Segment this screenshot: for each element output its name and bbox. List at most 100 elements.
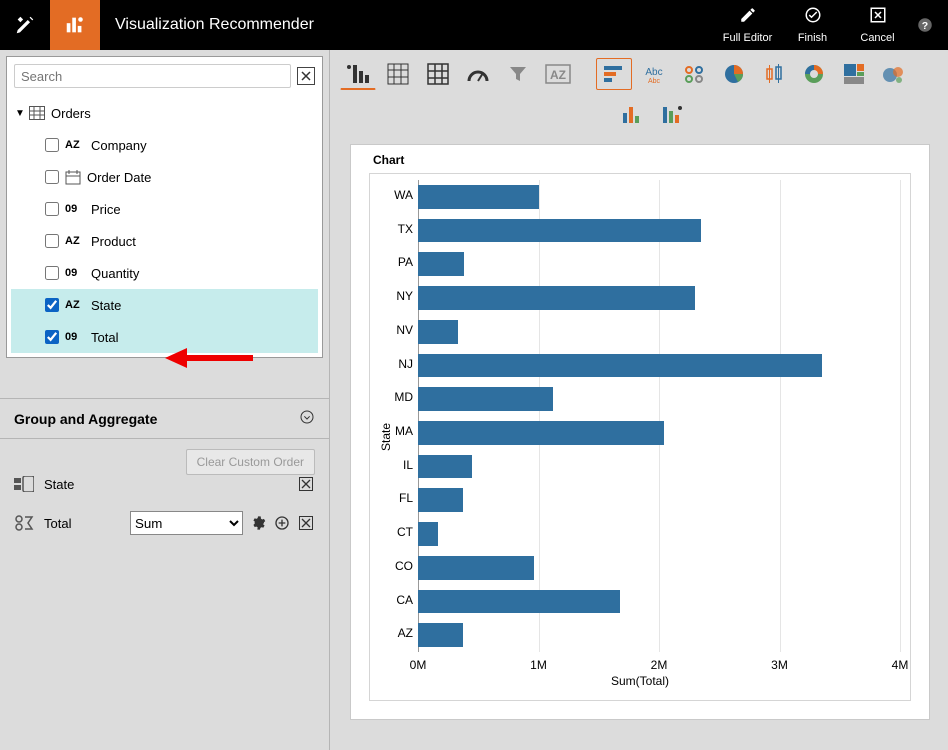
bar-category-label: MA <box>378 424 413 438</box>
date-icon <box>65 169 81 185</box>
bar[interactable] <box>418 421 664 445</box>
field-label: Quantity <box>91 266 139 281</box>
chart-subtype-columnbar[interactable] <box>614 98 650 130</box>
field-checkbox[interactable] <box>45 330 59 344</box>
field-checkbox[interactable] <box>45 170 59 184</box>
remove-state-button[interactable] <box>297 475 315 493</box>
bar-category-label: WA <box>378 188 413 202</box>
bar-row: IL <box>418 455 900 479</box>
bar-row: NV <box>418 320 900 344</box>
bar-category-label: CO <box>378 559 413 573</box>
dataset-row[interactable]: ▼Orders <box>11 97 318 129</box>
finish-button[interactable]: Finish <box>780 6 845 44</box>
text-field-button[interactable]: AZ <box>540 58 576 90</box>
bar[interactable] <box>418 623 463 647</box>
x-tick: 4M <box>892 658 909 672</box>
cancel-button[interactable]: Cancel <box>845 6 910 44</box>
chart-subtype-pie[interactable] <box>716 58 752 90</box>
help-button[interactable]: ? <box>910 16 940 34</box>
bar-category-label: CA <box>378 593 413 607</box>
bar-row: NJ <box>418 354 900 378</box>
bar[interactable] <box>418 488 463 512</box>
chart-subtype-treemap[interactable] <box>836 58 872 90</box>
field-label: Order Date <box>87 170 151 185</box>
group-field-icon <box>14 476 34 492</box>
bar[interactable] <box>418 556 534 580</box>
page-title: Visualization Recommender <box>115 16 314 34</box>
search-input[interactable] <box>14 64 291 88</box>
bar[interactable] <box>418 252 464 276</box>
field-checkbox[interactable] <box>45 138 59 152</box>
bar-category-label: NV <box>378 323 413 337</box>
chart-subtype-boxplot[interactable] <box>756 58 792 90</box>
bar[interactable] <box>418 590 620 614</box>
svg-text:Abc: Abc <box>648 78 661 85</box>
bar-category-label: MD <box>378 390 413 404</box>
aggregate-field-icon <box>14 515 34 531</box>
bar[interactable] <box>418 219 701 243</box>
bar-row: MD <box>418 387 900 411</box>
field-row-order-date[interactable]: Order Date <box>11 161 318 193</box>
design-mode-button[interactable] <box>0 0 50 50</box>
chart-subtype-sortedbar[interactable] <box>654 98 690 130</box>
bar[interactable] <box>418 522 438 546</box>
aggregate-select[interactable]: Sum <box>130 511 243 535</box>
x-tick: 2M <box>651 658 668 672</box>
field-row-state[interactable]: AZState <box>11 289 318 321</box>
chart-subtype-bubble[interactable] <box>676 58 712 90</box>
chart-subtype-hbar[interactable] <box>596 58 632 90</box>
check-circle-icon <box>804 6 822 29</box>
field-label: Company <box>91 138 147 153</box>
filter-button[interactable] <box>500 58 536 90</box>
chart-title: Chart <box>373 153 404 167</box>
field-checkbox[interactable] <box>45 266 59 280</box>
bar[interactable] <box>418 354 822 378</box>
viz-type-table[interactable] <box>420 58 456 90</box>
chart-subtype-wordcloud[interactable]: AbcAbc <box>636 58 672 90</box>
field-label: Product <box>91 234 136 249</box>
full-editor-button[interactable]: Full Editor <box>715 6 780 44</box>
field-row-total[interactable]: 09 Total <box>11 321 318 353</box>
bar[interactable] <box>418 320 458 344</box>
recommender-mode-button[interactable] <box>50 0 100 50</box>
field-label: State <box>91 298 121 313</box>
field-checkbox[interactable] <box>45 202 59 216</box>
bar[interactable] <box>418 286 695 310</box>
bar-row: MA <box>418 421 900 445</box>
svg-text:?: ? <box>922 20 928 32</box>
type-badge: AZ <box>65 235 85 247</box>
bar[interactable] <box>418 455 472 479</box>
close-fields-panel-button[interactable] <box>297 67 315 85</box>
bar[interactable] <box>418 185 539 209</box>
chart-subtype-donut[interactable] <box>796 58 832 90</box>
viz-type-gauge[interactable] <box>460 58 496 90</box>
field-row-quantity[interactable]: 09Quantity <box>11 257 318 289</box>
group-aggregate-header[interactable]: Group and Aggregate <box>0 398 329 439</box>
svg-text:Abc: Abc <box>645 67 662 78</box>
remove-total-button[interactable] <box>297 514 315 532</box>
clear-custom-order-button[interactable]: Clear Custom Order <box>186 449 315 475</box>
pencil-icon <box>739 6 757 29</box>
field-row-price[interactable]: 09Price <box>11 193 318 225</box>
add-button[interactable] <box>273 514 291 532</box>
field-label: Total <box>91 330 118 345</box>
bar-category-label: FL <box>378 491 413 505</box>
field-checkbox[interactable] <box>45 234 59 248</box>
x-tick: 0M <box>410 658 427 672</box>
chart-subtype-bubblechart[interactable] <box>876 58 912 90</box>
chevron-down-icon <box>299 409 315 428</box>
field-row-product[interactable]: AZ Product <box>11 225 318 257</box>
bar[interactable] <box>418 387 553 411</box>
bar-row: CO <box>418 556 900 580</box>
viz-type-bar[interactable] <box>340 58 376 90</box>
viz-type-crosstab[interactable] <box>380 58 416 90</box>
dataset-label: Orders <box>51 106 91 121</box>
type-badge: 09 <box>65 331 85 343</box>
field-checkbox[interactable] <box>45 298 59 312</box>
bar-category-label: TX <box>378 222 413 236</box>
field-row-company[interactable]: AZCompany <box>11 129 318 161</box>
chart-plot: 0M1M2M3M4MWATXPANYNVNJMDMAILFLCTCOCAAZ <box>418 180 900 652</box>
bar-row: TX <box>418 219 900 243</box>
settings-button[interactable] <box>249 514 267 532</box>
cancel-square-icon <box>869 6 887 29</box>
